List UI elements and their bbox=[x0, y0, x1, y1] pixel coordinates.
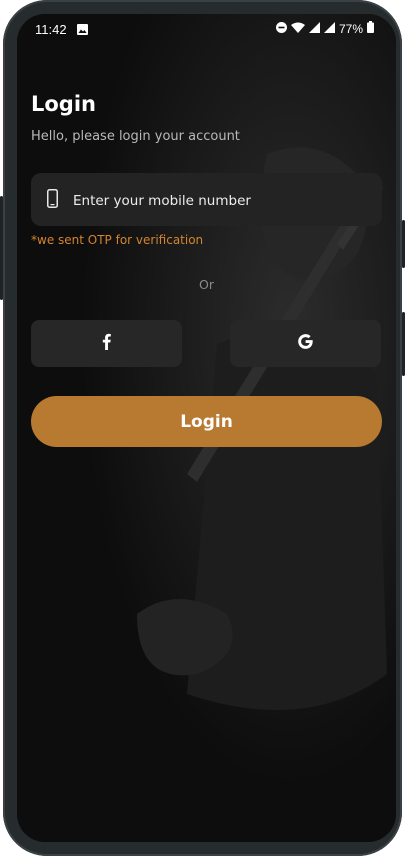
page-subtitle: Hello, please login your account bbox=[31, 129, 240, 144]
app-screen: 11:42 77% Login Hello, please login your… bbox=[17, 14, 396, 842]
facebook-icon bbox=[102, 333, 111, 354]
login-button[interactable]: Login bbox=[31, 396, 382, 447]
otp-note: *we sent OTP for verification bbox=[31, 233, 204, 247]
facebook-login-button[interactable] bbox=[31, 320, 182, 367]
status-bar: 11:42 77% bbox=[17, 14, 396, 46]
power-button bbox=[402, 220, 405, 268]
google-login-button[interactable] bbox=[230, 320, 381, 367]
volume-rocker bbox=[402, 312, 405, 376]
signal-icon bbox=[323, 21, 335, 36]
or-divider: Or bbox=[199, 277, 214, 292]
signal-icon bbox=[308, 21, 320, 36]
mobile-phone-icon bbox=[47, 189, 58, 212]
status-icons: 77% bbox=[275, 21, 374, 36]
status-time: 11:42 bbox=[35, 22, 67, 37]
volume-button bbox=[0, 196, 3, 300]
wifi-icon bbox=[290, 22, 305, 36]
page-title: Login bbox=[31, 92, 96, 116]
battery-level: 77% bbox=[338, 21, 363, 36]
phone-frame: 11:42 77% Login Hello, please login your… bbox=[0, 0, 405, 856]
mobile-number-field[interactable] bbox=[31, 173, 382, 228]
dnd-icon bbox=[275, 21, 287, 36]
image-icon bbox=[77, 24, 88, 38]
google-icon bbox=[297, 333, 314, 354]
mobile-number-input[interactable] bbox=[71, 173, 375, 228]
battery-icon bbox=[367, 21, 374, 36]
